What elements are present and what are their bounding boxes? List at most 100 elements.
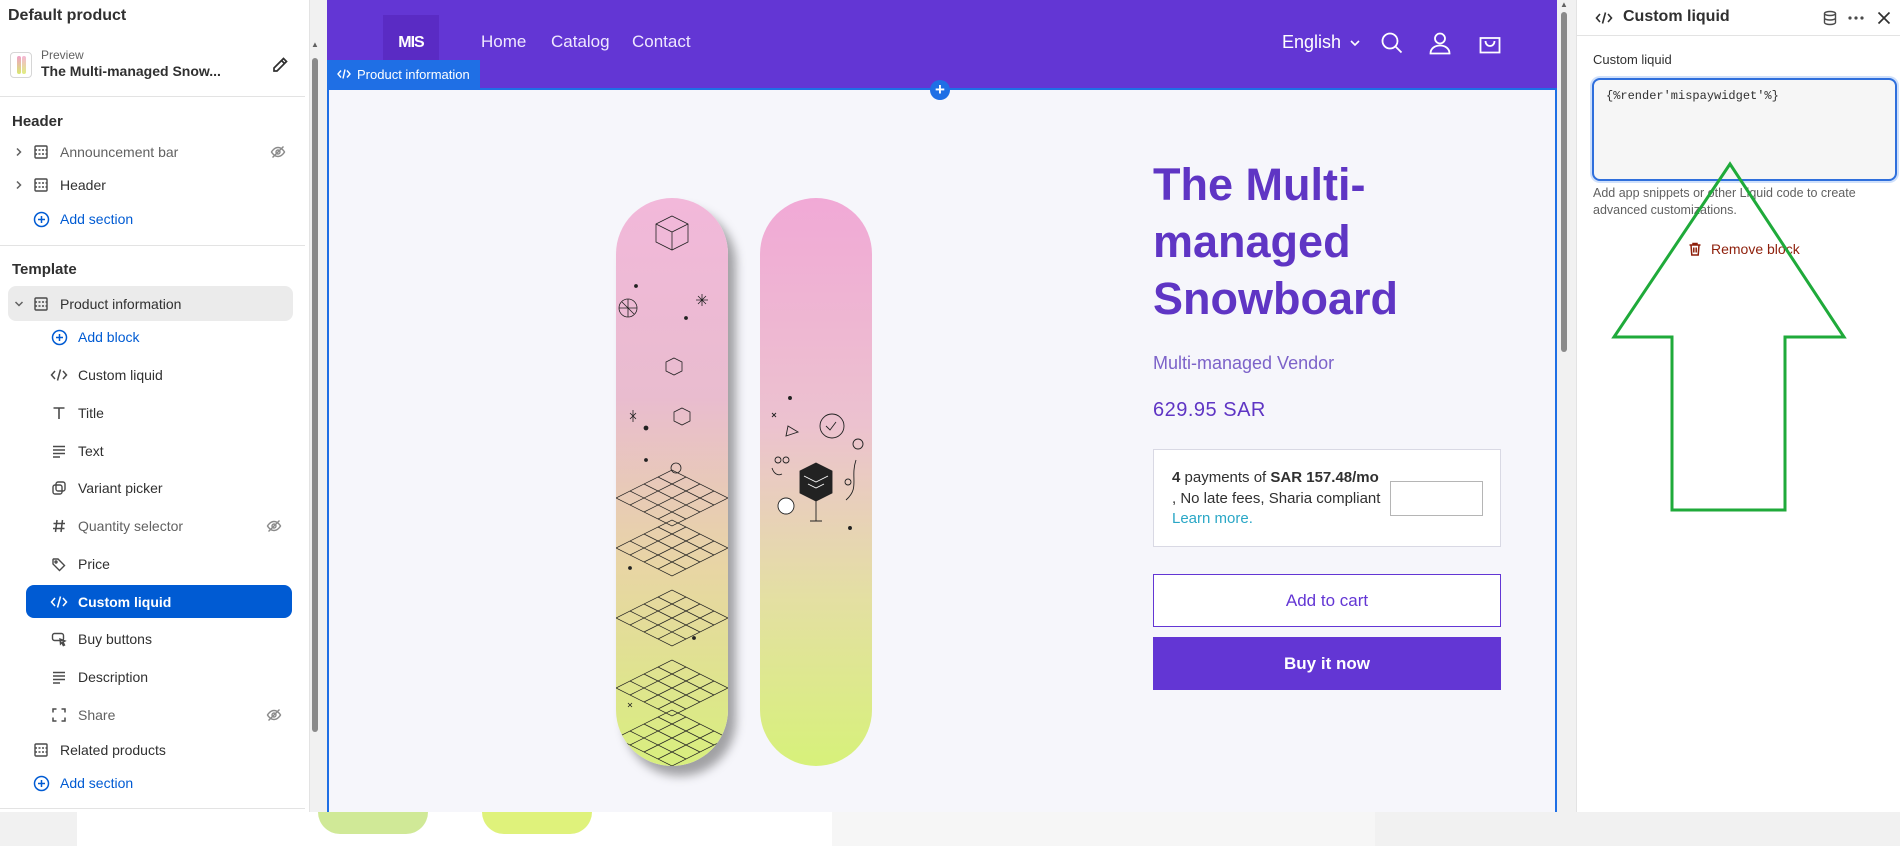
block-description[interactable]: Description [50,661,290,693]
eye-slash-icon[interactable] [266,707,282,723]
sidebar-scrollbar[interactable]: ▲ [311,40,319,734]
scrollbar-thumb[interactable] [312,58,318,732]
database-icon[interactable] [1821,9,1839,27]
scroll-up-icon[interactable]: ▲ [311,40,319,49]
installment-line: 4 payments of SAR 157.48/mo [1172,469,1379,486]
preview-thumbnail [10,52,32,78]
close-icon[interactable] [1875,9,1893,27]
scroll-up-icon[interactable]: ▲ [1560,0,1568,9]
cursor-icon [50,630,68,648]
plus-circle-icon [32,774,50,792]
store-header: MIS Home Catalog Contact English [327,0,1557,88]
panel-header: Custom liquid [1577,0,1900,36]
code-icon [50,593,68,611]
installment-terms: , No late fees, Sharia compliant [1172,490,1381,507]
language-label: English [1282,32,1342,52]
chevron-right-icon[interactable] [12,145,26,159]
scrollbar-thumb[interactable] [1561,12,1567,352]
add-section-button[interactable]: Add section [32,203,292,235]
block-price[interactable]: Price [50,548,290,580]
sidebar-item-related-products[interactable]: Related products [32,734,292,766]
code-icon [1595,12,1613,24]
chevron-right-icon[interactable] [12,178,26,192]
section-icon [32,741,50,759]
block-text[interactable]: Text [50,435,290,467]
broken-image-icon [1390,481,1483,516]
plus-circle-icon [32,210,50,228]
block-quantity-selector[interactable]: Quantity selector [50,510,290,542]
pencil-icon[interactable] [270,55,290,75]
text-align-icon [50,668,68,686]
nav-contact[interactable]: Contact [632,32,691,52]
add-section-plus-icon[interactable]: + [930,80,950,100]
block-custom-liquid[interactable]: Custom liquid [50,359,290,391]
snowboard-image-front [760,198,872,766]
bottom-strip [0,812,1900,846]
block-label: Custom liquid [78,593,172,610]
block-label: Quantity selector [78,518,184,534]
sidebar-item-announcement-bar[interactable]: Announcement bar [12,136,294,168]
search-icon[interactable] [1379,30,1405,56]
add-to-cart-button[interactable]: Add to cart [1153,574,1501,627]
divider [0,96,305,97]
section-icon [32,295,50,313]
code-icon [50,366,68,384]
sidebar-item-label: Product information [60,295,182,312]
installment-amount: SAR 157.48/mo [1270,469,1379,486]
annotation-arrow-icon [1611,161,1847,512]
add-block-button[interactable]: Add block [50,321,290,353]
preview-product-name: The Multi-managed Snow... [41,63,221,79]
product-price: 629.95 SAR [1153,399,1266,421]
text-align-icon [50,442,68,460]
plus-circle-icon [50,328,68,346]
sidebar-item-product-information[interactable]: Product information [8,286,293,321]
block-variant-picker[interactable]: Variant picker [50,472,290,504]
more-options-icon[interactable] [1847,9,1865,27]
eye-slash-icon[interactable] [270,144,286,160]
cart-icon[interactable] [1477,30,1503,56]
sidebar-item-header[interactable]: Header [12,169,294,201]
canvas-scrollbar[interactable]: ▲ [1558,0,1570,812]
snowboard-bottom-image [318,812,428,834]
eye-slash-icon[interactable] [266,518,282,534]
preview-selector[interactable]: Preview The Multi-managed Snow... [6,47,296,83]
installment-widget: 4 payments of SAR 157.48/mo , No late fe… [1153,449,1501,547]
language-selector[interactable]: English [1282,32,1361,53]
add-section-label: Add section [60,775,134,791]
theme-sidebar: Default product Preview The Multi-manage… [0,0,310,812]
section-icon [32,176,50,194]
block-label: Buy buttons [78,631,152,647]
chevron-down-icon [1350,39,1360,46]
add-block-label: Add block [78,329,140,345]
block-buy-buttons[interactable]: Buy buttons [50,623,290,655]
custom-liquid-field-label: Custom liquid [1593,52,1672,67]
divider [0,245,305,246]
hash-icon [50,517,68,535]
divider [0,808,305,809]
template-group-heading: Template [12,261,77,278]
nav-home[interactable]: Home [481,32,526,52]
add-section-label: Add section [60,211,134,227]
product-vendor: Multi-managed Vendor [1153,353,1335,373]
block-label: Custom liquid [78,367,163,383]
preview-label: Preview [41,48,84,62]
text-title-icon [50,404,68,422]
code-icon [337,69,351,79]
sidebar-item-label: Header [60,177,106,193]
installment-learn-more-link[interactable]: Learn more. [1172,510,1253,527]
buy-it-now-button[interactable]: Buy it now [1153,637,1501,690]
add-section-button[interactable]: Add section [32,767,292,799]
block-share[interactable]: Share [50,699,290,731]
store-preview-canvas: MIS Home Catalog Contact English Product… [327,0,1557,812]
section-icon [32,143,50,161]
snowboard-image-back [616,198,728,766]
nav-catalog[interactable]: Catalog [551,32,610,52]
block-custom-liquid-selected[interactable]: Custom liquid [26,585,292,618]
product-title: The Multi-managed Snowboard [1153,159,1398,324]
chevron-down-icon[interactable] [12,297,26,311]
block-title[interactable]: Title [50,397,290,429]
account-icon[interactable] [1427,30,1453,56]
bottom-preview-area [77,812,832,846]
section-tag[interactable]: Product information [327,60,480,88]
section-tag-label: Product information [357,66,470,82]
